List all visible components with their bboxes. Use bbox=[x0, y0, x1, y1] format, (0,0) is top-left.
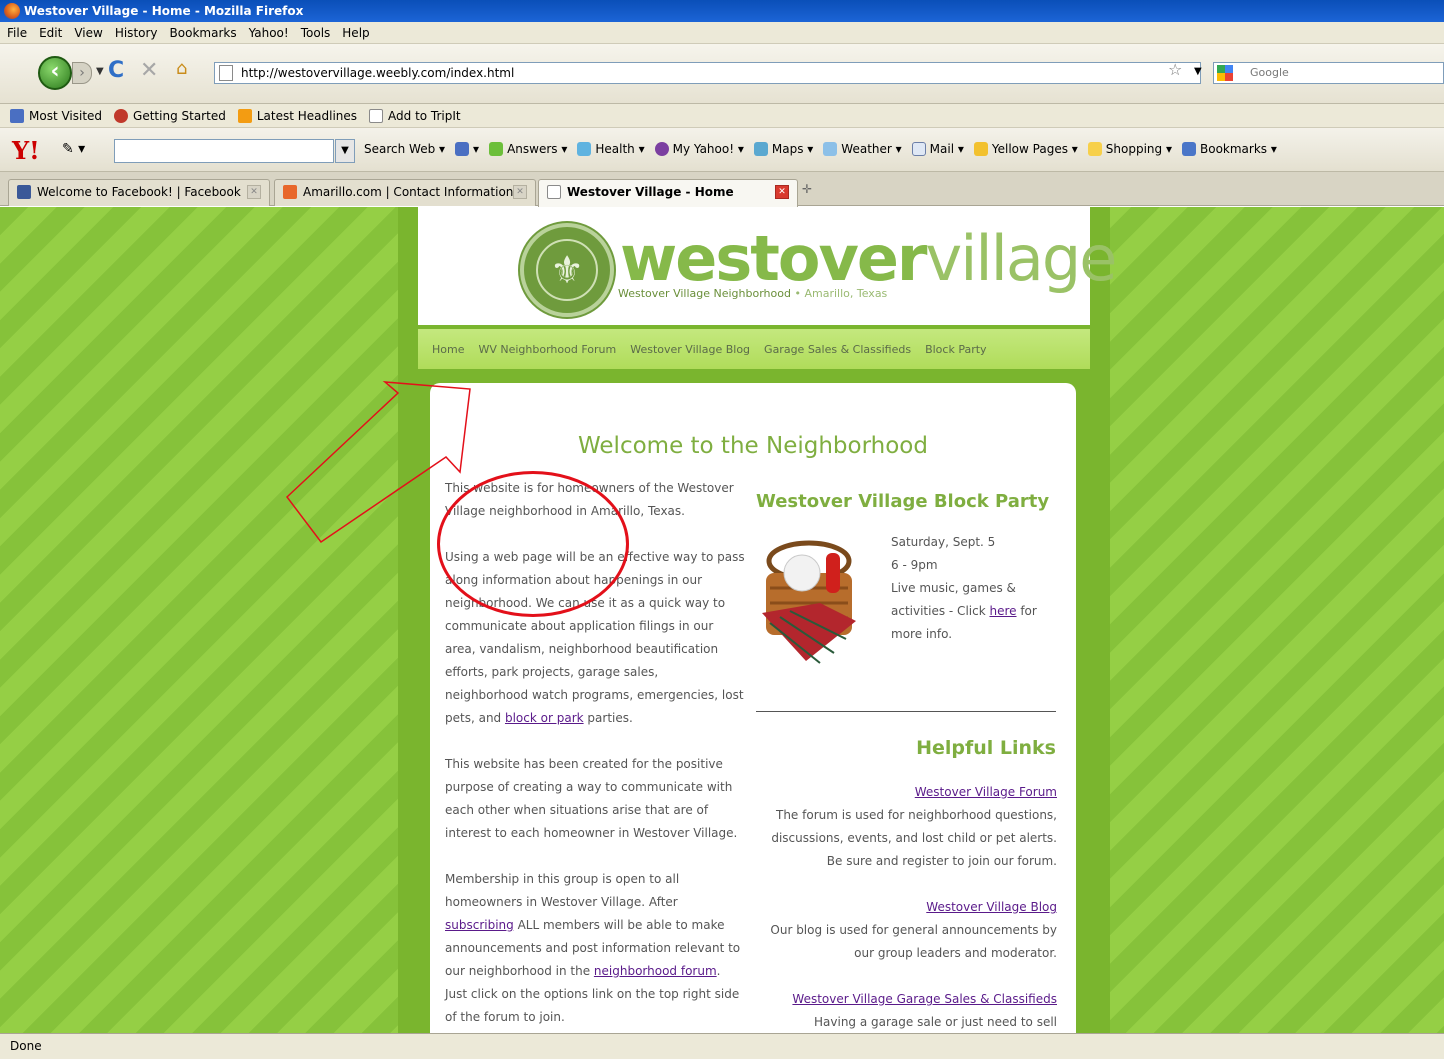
yahoo-link-mail[interactable]: Mail ▾ bbox=[911, 142, 964, 156]
bookmark-star-icon[interactable]: ☆ bbox=[1168, 60, 1182, 79]
search-box[interactable]: Google bbox=[1213, 62, 1444, 84]
close-tab-icon[interactable]: ✕ bbox=[513, 185, 527, 199]
bookmark-label: Add to TripIt bbox=[388, 108, 461, 123]
navigation-toolbar: ‹ › ▼ C ✕ ⌂ http://westovervillage.weebl… bbox=[0, 44, 1444, 104]
tab-bar: Welcome to Facebook! | Facebook ✕ Amaril… bbox=[0, 172, 1444, 207]
menu-bookmarks[interactable]: Bookmarks bbox=[170, 26, 237, 40]
yahoo-link-label: Weather bbox=[841, 142, 892, 156]
yahoo-link-weather[interactable]: Weather ▾ bbox=[823, 142, 902, 156]
shield-icon bbox=[455, 142, 470, 156]
my-yahoo-icon bbox=[654, 142, 669, 156]
search-web-button[interactable]: Search Web ▾ bbox=[364, 142, 445, 156]
search-web-label: Search Web bbox=[364, 142, 436, 156]
amarillo-icon bbox=[283, 185, 297, 199]
stop-icon[interactable]: ✕ bbox=[140, 58, 158, 83]
yahoo-logo[interactable]: Y! bbox=[12, 136, 40, 165]
menu-help[interactable]: Help bbox=[342, 26, 369, 40]
yellow-pages-icon bbox=[973, 142, 988, 156]
health-icon bbox=[577, 142, 592, 156]
url-bar[interactable]: http://westovervillage.weebly.com/index.… bbox=[214, 62, 1201, 84]
firefox-icon bbox=[114, 108, 129, 123]
bookmark-label: Getting Started bbox=[133, 108, 226, 123]
bookmark-label: Most Visited bbox=[29, 108, 103, 123]
window-title: Westover Village - Home - Mozilla Firefo… bbox=[24, 4, 304, 18]
page-icon bbox=[219, 65, 233, 81]
yahoo-link-label: Shopping bbox=[1105, 142, 1163, 156]
close-tab-icon[interactable]: ✕ bbox=[775, 185, 789, 199]
yahoo-link-maps[interactable]: Maps ▾ bbox=[753, 142, 813, 156]
tab-label: Welcome to Facebook! | Facebook bbox=[37, 185, 241, 199]
firefox-icon bbox=[4, 3, 20, 19]
yahoo-link-label: Mail bbox=[929, 142, 955, 156]
page-viewport: ⚜ westovervillage Westover Village Neigh… bbox=[0, 207, 1444, 1033]
facebook-icon bbox=[17, 185, 31, 199]
search-placeholder: Google bbox=[1250, 66, 1289, 79]
answers-icon bbox=[489, 142, 504, 156]
yahoo-link-shopping[interactable]: Shopping ▾ bbox=[1087, 142, 1172, 156]
page-icon bbox=[547, 185, 561, 199]
shopping-icon bbox=[1087, 142, 1102, 156]
most-visited-icon bbox=[10, 108, 24, 123]
menu-view[interactable]: View bbox=[74, 26, 102, 40]
yahoo-search-dropdown[interactable]: ▼ bbox=[335, 139, 355, 163]
page-icon bbox=[369, 108, 384, 123]
shield-button[interactable]: ▾ bbox=[455, 142, 479, 156]
yahoo-link-label: Answers bbox=[507, 142, 558, 156]
url-text[interactable]: http://westovervillage.weebly.com/index.… bbox=[241, 66, 514, 80]
yahoo-link-label: Yellow Pages bbox=[991, 142, 1068, 156]
status-bar: Done bbox=[0, 1033, 1444, 1059]
maps-icon bbox=[753, 142, 768, 156]
window-title-bar: Westover Village - Home - Mozilla Firefo… bbox=[0, 0, 1444, 22]
bookmark-add-to-tripit[interactable]: Add to TripIt bbox=[369, 108, 461, 123]
menu-bar: File Edit View History Bookmarks Yahoo! … bbox=[0, 22, 1444, 44]
yahoo-link-my-yahoo[interactable]: My Yahoo! ▾ bbox=[654, 142, 744, 156]
bookmark-getting-started[interactable]: Getting Started bbox=[114, 108, 226, 123]
bookmarks-toolbar: Most Visited Getting Started Latest Head… bbox=[0, 104, 1444, 128]
bookmark-label: Latest Headlines bbox=[256, 108, 358, 123]
bookmark-most-visited[interactable]: Most Visited bbox=[10, 108, 103, 123]
menu-file[interactable]: File bbox=[7, 26, 27, 40]
annotation-arrow bbox=[285, 381, 471, 544]
bookmark-latest-headlines[interactable]: Latest Headlines bbox=[237, 108, 358, 123]
reload-icon[interactable]: C bbox=[108, 58, 124, 83]
yahoo-link-label: Maps bbox=[771, 142, 804, 156]
status-text: Done bbox=[10, 1039, 42, 1053]
history-dropdown-icon[interactable]: ▼ bbox=[96, 66, 104, 77]
rss-icon bbox=[237, 108, 252, 123]
pencil-icon[interactable]: ✎ ▾ bbox=[62, 141, 85, 157]
forward-button[interactable]: › bbox=[72, 62, 92, 84]
mail-icon bbox=[911, 142, 926, 156]
close-tab-icon[interactable]: ✕ bbox=[247, 185, 261, 199]
yahoo-link-label: Bookmarks bbox=[1200, 142, 1268, 156]
back-button[interactable]: ‹ bbox=[38, 56, 72, 90]
weather-icon bbox=[823, 142, 838, 156]
search-engine-dropdown-icon[interactable]: ▼ bbox=[1194, 66, 1202, 77]
yahoo-link-answers[interactable]: Answers ▾ bbox=[489, 142, 567, 156]
tab-label: Amarillo.com | Contact Information bbox=[303, 185, 514, 199]
tab-facebook[interactable]: Welcome to Facebook! | Facebook ✕ bbox=[8, 179, 270, 206]
menu-edit[interactable]: Edit bbox=[39, 26, 62, 40]
tab-label: Westover Village - Home bbox=[567, 185, 734, 199]
menu-yahoo[interactable]: Yahoo! bbox=[249, 26, 289, 40]
tab-amarillo[interactable]: Amarillo.com | Contact Information ✕ bbox=[274, 179, 536, 206]
yahoo-link-label: Health bbox=[595, 142, 635, 156]
menu-tools[interactable]: Tools bbox=[301, 26, 331, 40]
yahoo-link-health[interactable]: Health ▾ bbox=[577, 142, 645, 156]
yahoo-toolbar: Y! ✎ ▾ ▼ Search Web ▾ ▾ Answers ▾ Health… bbox=[0, 128, 1444, 172]
yahoo-link-yellow-pages[interactable]: Yellow Pages ▾ bbox=[973, 142, 1078, 156]
bookmarks-icon bbox=[1182, 142, 1196, 156]
new-tab-icon[interactable]: ✛ bbox=[802, 182, 812, 196]
yahoo-link-label: My Yahoo! bbox=[672, 142, 735, 156]
google-icon bbox=[1217, 65, 1233, 81]
home-icon[interactable]: ⌂ bbox=[176, 58, 187, 79]
menu-history[interactable]: History bbox=[115, 26, 158, 40]
yahoo-search-input[interactable] bbox=[114, 139, 334, 163]
yahoo-link-bookmarks[interactable]: Bookmarks ▾ bbox=[1182, 142, 1277, 156]
tab-westover[interactable]: Westover Village - Home ✕ bbox=[538, 179, 798, 207]
